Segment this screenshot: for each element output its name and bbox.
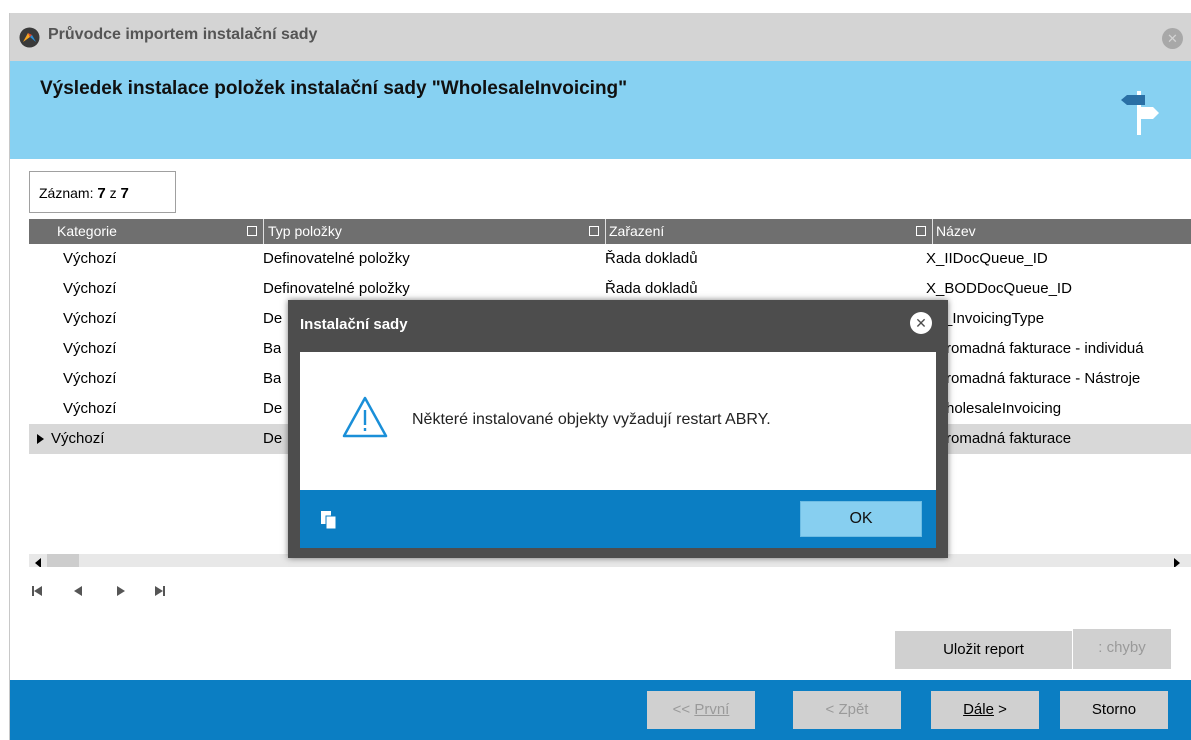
column-filter-icon[interactable]: [916, 226, 926, 236]
first-button[interactable]: << První: [647, 691, 755, 729]
record-total: 7: [120, 185, 129, 202]
cell-typ: Definovatelné položky: [263, 250, 410, 267]
cell-kategorie: Výchozí: [63, 280, 117, 297]
column-divider[interactable]: [263, 219, 264, 244]
previous-record-icon[interactable]: [70, 583, 86, 599]
column-filter-icon[interactable]: [589, 226, 599, 236]
column-divider[interactable]: [932, 219, 933, 244]
cancel-button[interactable]: Storno: [1060, 691, 1168, 729]
cell-nazev: romadná fakturace - individuá: [946, 340, 1144, 357]
dialog-footer: OK: [300, 490, 936, 548]
next-button[interactable]: Dále >: [931, 691, 1039, 729]
errors-button[interactable]: : chyby: [1073, 629, 1171, 669]
cell-kategorie: Výchozí: [63, 250, 117, 267]
dialog-body: Některé instalované objekty vyžadují res…: [300, 352, 936, 490]
dialog-message: Některé instalované objekty vyžadují res…: [412, 411, 771, 428]
save-report-button[interactable]: Uložit report: [895, 631, 1072, 669]
row-indicator-icon: [37, 434, 44, 444]
copy-icon[interactable]: [320, 510, 338, 530]
dialog-title: Instalační sady: [300, 316, 408, 333]
column-header-typ[interactable]: Typ položky: [268, 219, 342, 244]
wizard-footer: << První < Zpět Dále > Storno: [10, 680, 1191, 740]
table-row[interactable]: Výchozí Definovatelné položky Řada dokla…: [29, 244, 1191, 274]
last-record-icon[interactable]: [152, 583, 168, 599]
column-filter-icon[interactable]: [247, 226, 257, 236]
back-button[interactable]: < Zpět: [793, 691, 901, 729]
cell-typ: De: [263, 430, 283, 447]
next-record-icon[interactable]: [112, 583, 128, 599]
warning-icon: [342, 396, 388, 438]
cell-nazev: X_IIDocQueue_ID: [926, 250, 1048, 267]
cell-nazev: _InvoicingType: [944, 310, 1045, 327]
first-button-label: První: [694, 701, 730, 718]
cell-nazev: romadná fakturace: [946, 430, 1072, 447]
close-icon[interactable]: ✕: [1162, 28, 1183, 49]
cell-typ: Ba: [263, 340, 282, 357]
wizard-header: Výsledek instalace položek instalační sa…: [10, 61, 1191, 159]
record-sep: z: [109, 185, 117, 201]
cell-typ: Ba: [263, 370, 282, 387]
column-divider[interactable]: [605, 219, 606, 244]
abra-logo-icon: [19, 27, 40, 48]
scroll-left-icon[interactable]: [35, 558, 41, 567]
column-header-nazev[interactable]: Název: [936, 219, 976, 244]
cell-zarazeni: Řada dokladů: [605, 250, 698, 267]
cell-kategorie: Výchozí: [51, 430, 105, 447]
column-header-kategorie[interactable]: Kategorie: [57, 219, 117, 244]
record-current: 7: [97, 185, 106, 202]
window-title: Průvodce importem instalační sady: [48, 26, 318, 43]
close-icon[interactable]: ✕: [910, 312, 932, 334]
cell-kategorie: Výchozí: [63, 370, 117, 387]
record-label: Záznam:: [39, 185, 94, 201]
cell-kategorie: Výchozí: [63, 310, 117, 327]
cell-typ: De: [263, 310, 283, 327]
first-button-prefix: <<: [672, 701, 695, 718]
next-button-suffix: >: [993, 701, 1007, 718]
message-dialog: Instalační sady ✕ Některé instalované ob…: [288, 300, 948, 558]
scroll-right-icon[interactable]: [1174, 558, 1180, 567]
next-button-label: Dále: [963, 701, 994, 718]
signpost-icon: [1121, 91, 1159, 135]
first-record-icon[interactable]: [30, 583, 46, 599]
record-counter: Záznam: 7 z 7: [29, 171, 176, 213]
column-header-zarazeni[interactable]: Zařazení: [609, 219, 664, 244]
cell-kategorie: Výchozí: [63, 400, 117, 417]
title-bar: Průvodce importem instalační sady ✕: [10, 13, 1191, 61]
grid-header: Kategorie Typ položky Zařazení Název: [29, 219, 1191, 244]
scroll-thumb[interactable]: [47, 554, 79, 567]
cell-nazev: holesaleInvoicing: [946, 400, 1062, 417]
cell-nazev: romadná fakturace - Nástroje: [946, 370, 1141, 387]
cell-kategorie: Výchozí: [63, 340, 117, 357]
ok-button[interactable]: OK: [800, 501, 922, 537]
page-title: Výsledek instalace položek instalační sa…: [40, 78, 628, 99]
cell-typ: De: [263, 400, 283, 417]
